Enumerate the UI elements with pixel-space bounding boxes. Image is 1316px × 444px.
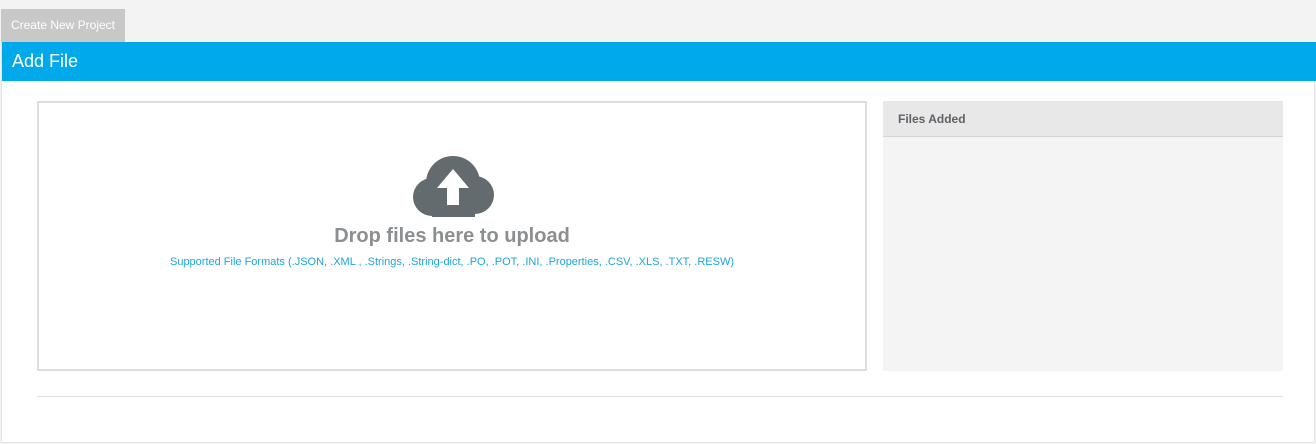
cloud-upload-icon xyxy=(413,156,494,217)
files-added-header: Files Added xyxy=(883,101,1283,137)
supported-formats-text: Supported File Formats (.JSON, .XML , .S… xyxy=(169,256,734,268)
panel-title: Add File xyxy=(2,42,1316,81)
drop-title: Drop files here to upload xyxy=(334,225,570,247)
file-dropzone[interactable]: Drop files here to upload Supported File… xyxy=(37,101,867,371)
create-new-project-tab[interactable]: Create New Project xyxy=(1,9,125,42)
top-bar: Create New Project xyxy=(0,0,1316,42)
add-file-panel: Add File Drop files here to upload Suppo… xyxy=(1,42,1316,443)
files-added-panel: Files Added xyxy=(883,101,1283,371)
divider xyxy=(37,396,1283,397)
